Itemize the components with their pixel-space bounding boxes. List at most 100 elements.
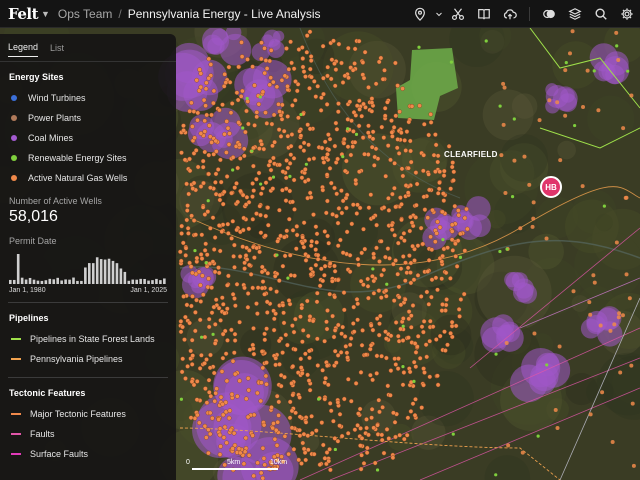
- renewable-site-marker: [494, 473, 498, 477]
- pipelines-title[interactable]: Pipelines: [9, 313, 167, 323]
- gas-well-marker: [414, 202, 419, 208]
- gas-well-marker: [306, 142, 311, 148]
- legend-item-renewable-sites[interactable]: Renewable Energy Sites: [0, 148, 176, 168]
- upload-cloud-icon[interactable]: [497, 0, 523, 28]
- gas-well-marker: [442, 329, 447, 335]
- gas-well-marker: [213, 171, 219, 177]
- legend-item-major-tectonic[interactable]: Major Tectonic Features: [0, 404, 176, 424]
- scissors-icon[interactable]: [445, 0, 471, 28]
- gas-well-marker: [290, 364, 296, 369]
- gas-well-marker: [328, 408, 334, 414]
- legend-item-faults[interactable]: Faults: [0, 424, 176, 444]
- tectonic-title[interactable]: Tectonic Features: [9, 388, 167, 398]
- tab-list[interactable]: List: [50, 39, 64, 57]
- gas-well-marker: [260, 89, 266, 95]
- gas-well-marker: [276, 413, 281, 418]
- gas-well-marker: [308, 58, 314, 63]
- gas-well-marker: [227, 408, 233, 413]
- gas-well-marker: [379, 437, 385, 443]
- chevron-down-icon[interactable]: [433, 0, 445, 28]
- legend-item-gas-wells[interactable]: Active Natural Gas Wells: [0, 168, 176, 188]
- gas-well-marker: [234, 181, 239, 186]
- coal-mine-area: [560, 88, 575, 103]
- gas-well-marker: [276, 102, 281, 107]
- gas-well-marker: [364, 425, 369, 431]
- gas-well-marker: [315, 256, 321, 262]
- permit-date-histogram[interactable]: [9, 250, 167, 284]
- gas-well-marker: [206, 152, 212, 158]
- gear-icon[interactable]: [614, 0, 640, 28]
- gas-well-marker: [319, 420, 325, 425]
- gas-well-marker: [281, 128, 287, 134]
- renewable-site-marker: [498, 104, 502, 108]
- legend-item-wind-turbines[interactable]: Wind Turbines: [0, 88, 176, 108]
- gas-well-marker: [227, 80, 233, 85]
- gas-well-marker: [318, 108, 324, 113]
- energy-sites-title[interactable]: Energy Sites: [9, 72, 167, 82]
- histogram-bar: [91, 263, 95, 284]
- gas-well-marker: [329, 278, 335, 284]
- toggle-view-icon[interactable]: [536, 0, 562, 28]
- legend-item-surface-faults[interactable]: Surface Faults: [0, 444, 176, 464]
- gas-well-marker: [379, 124, 385, 130]
- gas-well-marker: [383, 173, 389, 179]
- tab-legend[interactable]: Legend: [8, 38, 39, 57]
- gas-well-marker: [616, 315, 621, 320]
- gas-well-marker: [391, 410, 396, 416]
- user-avatar[interactable]: HB: [540, 176, 562, 198]
- legend-item-forest-pipelines[interactable]: Pipelines in State Forest Lands: [0, 329, 176, 349]
- gas-well-marker: [281, 310, 286, 316]
- renewable-site-marker: [484, 39, 488, 43]
- gas-well-marker: [433, 169, 438, 174]
- book-icon[interactable]: [471, 0, 497, 28]
- felt-logo[interactable]: Felt: [8, 5, 39, 23]
- gas-well-marker: [292, 98, 298, 103]
- gas-well-marker: [621, 126, 626, 131]
- gas-well-marker: [401, 231, 407, 236]
- gas-well-marker: [203, 386, 208, 391]
- map-title[interactable]: Pennsylvania Energy - Live Analysis: [128, 7, 321, 21]
- renewable-site-marker: [211, 332, 215, 336]
- gas-well-marker: [198, 84, 204, 90]
- renewable-site-marker: [615, 44, 619, 48]
- search-icon[interactable]: [588, 0, 614, 28]
- gas-well-marker: [408, 324, 414, 330]
- gas-well-marker: [243, 396, 249, 402]
- gas-well-marker: [309, 413, 314, 419]
- gas-well-marker: [412, 341, 418, 346]
- gas-well-marker: [530, 224, 535, 229]
- gas-well-marker: [278, 233, 283, 239]
- legend-item-pa-pipelines[interactable]: Pennsylvania Pipelines: [0, 349, 176, 369]
- gas-well-marker: [226, 273, 231, 279]
- gas-well-marker: [284, 46, 289, 51]
- gas-well-marker: [280, 187, 285, 193]
- gas-well-marker: [335, 156, 340, 162]
- gas-well-marker: [196, 420, 202, 426]
- legend-item-coal-mines[interactable]: Coal Mines: [0, 128, 176, 148]
- layers-icon[interactable]: [562, 0, 588, 28]
- gas-well-marker: [381, 267, 387, 273]
- renewable-site-marker: [505, 247, 509, 251]
- legend-item-power-plants[interactable]: Power Plants: [0, 108, 176, 128]
- gas-well-marker: [322, 380, 328, 385]
- chevron-down-icon[interactable]: ▼: [41, 9, 50, 19]
- gas-well-marker: [211, 247, 217, 252]
- renewable-site-marker: [573, 123, 577, 128]
- gas-well-marker: [265, 205, 271, 210]
- gas-well-marker: [456, 212, 462, 218]
- breadcrumb-team[interactable]: Ops Team: [58, 7, 112, 21]
- terrain-patch: [587, 95, 635, 143]
- histogram-bar: [64, 279, 67, 284]
- power-plant-dot-icon: [11, 115, 17, 121]
- map-pin-icon[interactable]: [407, 0, 433, 28]
- gas-well-marker: [290, 227, 296, 233]
- gas-well-marker: [391, 261, 396, 267]
- gas-well-marker: [537, 118, 542, 123]
- renewable-site-marker: [512, 117, 516, 121]
- gas-well-marker: [188, 348, 193, 354]
- renewable-site-marker: [317, 397, 321, 401]
- gas-well-marker: [207, 365, 213, 371]
- histogram-bar: [48, 278, 52, 284]
- renewable-site-marker: [401, 364, 405, 369]
- gas-well-marker: [222, 424, 228, 430]
